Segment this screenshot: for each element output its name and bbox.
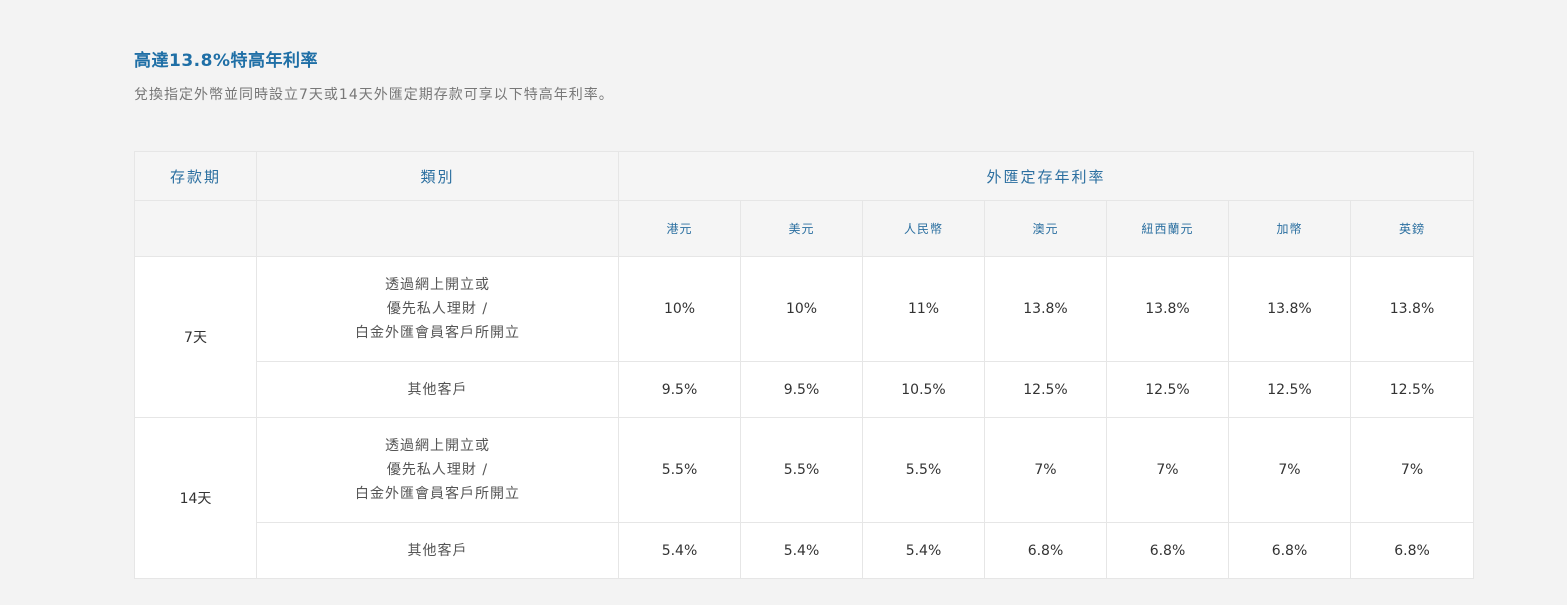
rate-cell: 6.8% — [1106, 522, 1229, 579]
rate-cell: 12.5% — [1349, 361, 1475, 418]
period-cell: 7天 — [134, 256, 257, 418]
rate-cell: 6.8% — [984, 522, 1107, 579]
table-row: 其他客戶 5.4% 5.4% 5.4% 6.8% 6.8% 6.8% 6.8% — [135, 522, 1475, 579]
header-category: 類別 — [256, 151, 619, 201]
section-title: 高達13.8%特高年利率 — [134, 51, 318, 71]
header-currency: 澳元 — [984, 200, 1107, 257]
rate-cell: 13.8% — [984, 256, 1107, 362]
category-line: 透過網上開立或 — [385, 277, 490, 293]
rate-cell: 5.5% — [618, 417, 741, 523]
rate-cell: 6.8% — [1228, 522, 1351, 579]
rate-cell: 5.5% — [862, 417, 985, 523]
rate-cell: 13.8% — [1106, 256, 1229, 362]
rate-cell: 5.4% — [618, 522, 741, 579]
rate-cell: 7% — [984, 417, 1107, 523]
table-body: 7天 透過網上開立或 優先私人理財 / 白金外匯會員客戶所開立 10% 10% … — [134, 256, 1475, 579]
header-currency: 紐西蘭元 — [1106, 200, 1229, 257]
category-line: 白金外匯會員客戶所開立 — [355, 325, 520, 341]
table-row: 14天 透過網上開立或 優先私人理財 / 白金外匯會員客戶所開立 5.5% 5.… — [134, 417, 1475, 579]
rate-cell: 10% — [740, 256, 863, 362]
header-currency: 港元 — [618, 200, 741, 257]
header-row-main: 存款期 類別 外匯定存年利率 — [134, 151, 1475, 201]
rate-cell: 13.8% — [1228, 256, 1351, 362]
category-line: 優先私人理財 / — [386, 462, 489, 478]
category-cell: 透過網上開立或 優先私人理財 / 白金外匯會員客戶所開立 — [256, 417, 619, 523]
category-line: 白金外匯會員客戶所開立 — [355, 486, 520, 502]
rate-cell: 5.4% — [740, 522, 863, 579]
table-row: 7天 透過網上開立或 優先私人理財 / 白金外匯會員客戶所開立 10% 10% … — [134, 256, 1475, 418]
rate-cell: 5.4% — [862, 522, 985, 579]
rate-cell: 7% — [1349, 417, 1475, 523]
header-period: 存款期 — [134, 151, 257, 201]
header-currency: 美元 — [740, 200, 863, 257]
rate-cell: 6.8% — [1349, 522, 1475, 579]
rate-cell: 9.5% — [740, 361, 863, 418]
category-line: 優先私人理財 / — [386, 301, 489, 317]
rate-cell: 12.5% — [984, 361, 1107, 418]
rate-cell: 10% — [618, 256, 741, 362]
category-line: 透過網上開立或 — [385, 438, 490, 454]
rate-cell: 12.5% — [1106, 361, 1229, 418]
category-cell: 其他客戶 — [256, 361, 619, 418]
rate-table: 存款期 類別 外匯定存年利率 港元 美元 人民幣 澳元 紐西蘭元 加幣 英鎊 7… — [134, 151, 1475, 579]
rate-cell: 5.5% — [740, 417, 863, 523]
category-cell: 透過網上開立或 優先私人理財 / 白金外匯會員客戶所開立 — [256, 256, 619, 362]
rate-cell: 7% — [1228, 417, 1351, 523]
table-head: 存款期 類別 外匯定存年利率 港元 美元 人民幣 澳元 紐西蘭元 加幣 英鎊 — [134, 151, 1475, 257]
header-currency: 英鎊 — [1349, 200, 1475, 257]
header-currency: 人民幣 — [862, 200, 985, 257]
period-cell: 14天 — [134, 417, 257, 579]
header-rates-group: 外匯定存年利率 — [617, 151, 1475, 201]
rate-cell: 13.8% — [1349, 256, 1475, 362]
category-cell: 其他客戶 — [256, 522, 619, 579]
rate-cell: 10.5% — [862, 361, 985, 418]
rate-cell: 11% — [862, 256, 985, 362]
header-blank — [134, 200, 257, 257]
rate-cell: 7% — [1106, 417, 1229, 523]
table-row: 其他客戶 9.5% 9.5% 10.5% 12.5% 12.5% 12.5% 1… — [135, 361, 1475, 418]
header-currency: 加幣 — [1228, 200, 1351, 257]
header-blank — [256, 200, 619, 257]
category-line: 其他客戶 — [407, 381, 468, 398]
rate-cell: 9.5% — [618, 361, 741, 418]
category-line: 其他客戶 — [407, 542, 468, 559]
rate-cell: 12.5% — [1228, 361, 1351, 418]
section-subtitle: 兌換指定外幣並同時設立7天或14天外匯定期存款可享以下特高年利率。 — [134, 87, 614, 103]
header-row-currencies: 港元 美元 人民幣 澳元 紐西蘭元 加幣 英鎊 — [134, 200, 1475, 257]
